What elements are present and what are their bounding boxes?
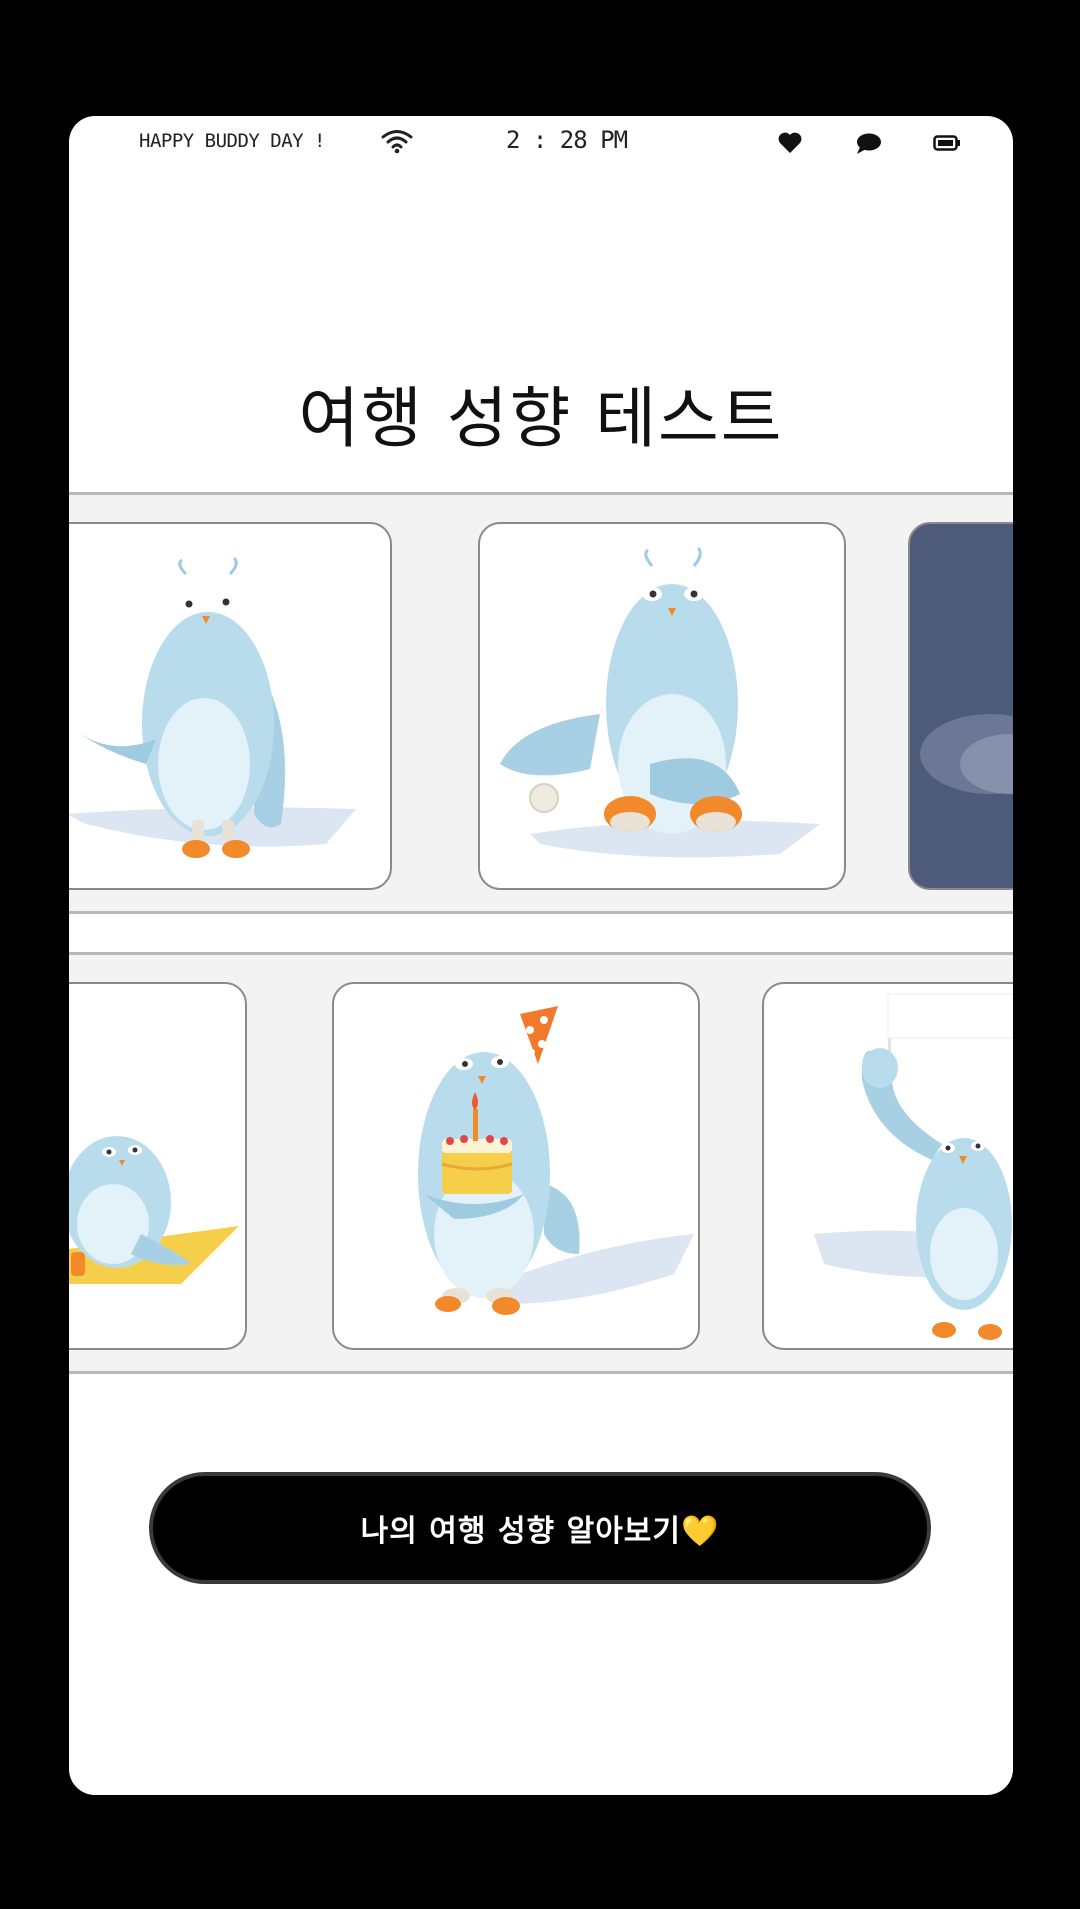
wifi-icon (381, 128, 413, 158)
bird-night-illustration (920, 714, 1013, 794)
carousel-top[interactable] (69, 492, 1013, 914)
bird-sitting-illustration (500, 546, 820, 858)
bird-party-illustration (418, 1006, 694, 1315)
carousel-card-bird-sitting-with-ball[interactable] (478, 522, 846, 890)
carousel-card-bird-night-scene[interactable] (908, 522, 1013, 890)
page-title: 여행 성향 테스트 (298, 380, 784, 458)
carousel-card-bird-holding-flag[interactable] (762, 982, 1013, 1350)
heart-icon (777, 131, 803, 159)
battery-icon (933, 135, 961, 155)
carousel-card-bird-on-yellow-mat[interactable] (69, 982, 247, 1350)
bird-flag-illustration (814, 993, 1013, 1340)
bird-shrugging-illustration (69, 553, 356, 858)
bird-on-mat-illustration (69, 1136, 239, 1284)
carousel-bottom[interactable] (69, 952, 1013, 1374)
carousel-card-bird-shrugging[interactable] (69, 522, 392, 890)
start-test-button[interactable]: 나의 여행 성향 알아보기💛 (149, 1472, 931, 1584)
status-time: 2 : 28 PM (506, 126, 628, 154)
phone-screen: HAPPY BUDDY DAY ! 2 : 28 PM 여행 성향 테스트 나의… (69, 116, 1013, 1795)
carousel-card-bird-party-hat-cake[interactable] (332, 982, 700, 1350)
status-bar: HAPPY BUDDY DAY ! 2 : 28 PM (69, 116, 1013, 174)
chat-bubble-icon (855, 132, 883, 160)
status-greeting: HAPPY BUDDY DAY ! (139, 130, 325, 152)
